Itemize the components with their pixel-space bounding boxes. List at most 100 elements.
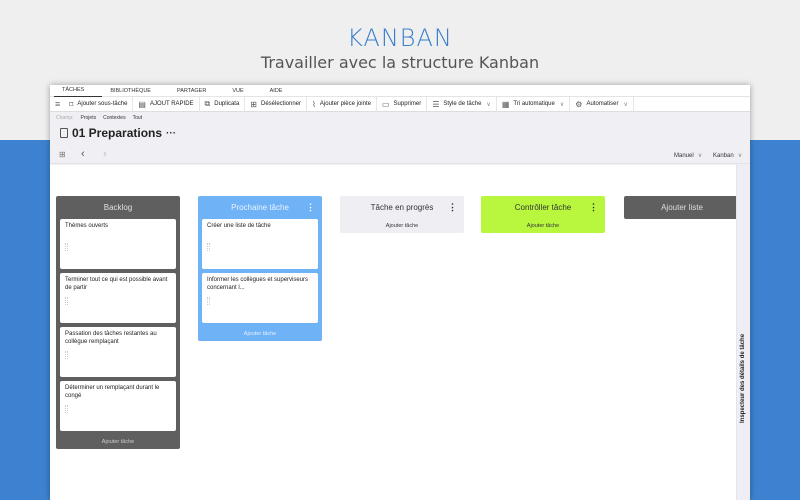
delete-label: Supprimer bbox=[393, 101, 422, 107]
style-icon: ☰ bbox=[432, 99, 440, 109]
scope-all[interactable]: Tout bbox=[133, 115, 142, 121]
task-card[interactable]: Terminer tout ce qui est possible avant … bbox=[60, 273, 176, 323]
duplicate-icon: ⧉ bbox=[204, 99, 211, 108]
automate-label: Automatiser bbox=[586, 101, 619, 107]
task-title: Déterminer un remplaçant durant le congé bbox=[65, 385, 160, 399]
column-title-text: Tâche en progrès bbox=[370, 203, 434, 212]
tab-aide[interactable]: AIDE bbox=[262, 85, 301, 97]
grid-view-icon[interactable]: ⊞ bbox=[59, 150, 66, 159]
task-title: Terminer tout ce qui est possible avant … bbox=[65, 277, 168, 291]
hero-title: KANBAN bbox=[347, 24, 453, 52]
scope-label: Champ: bbox=[56, 115, 74, 121]
deselect-button[interactable]: ⊞ Désélectionner bbox=[245, 96, 308, 112]
task-style-dropdown[interactable]: ☰ Style de tâche ∨ bbox=[427, 96, 497, 112]
chevron-down-icon: ∨ bbox=[559, 101, 565, 108]
column-menu-icon[interactable]: ⋮ bbox=[448, 196, 457, 219]
forward-button[interactable]: › bbox=[103, 148, 107, 160]
task-style-label: Style de tâche bbox=[443, 101, 482, 107]
chevron-down-icon: ∨ bbox=[486, 101, 491, 108]
column-title-text: Backlog bbox=[103, 203, 133, 212]
more-options-button[interactable]: ··· bbox=[166, 128, 176, 139]
sort-select[interactable]: Manuel ∨ bbox=[674, 152, 702, 159]
tab-taches[interactable]: TÂCHES bbox=[54, 85, 103, 97]
add-subtask-icon: ⌑ bbox=[69, 99, 74, 109]
add-list-button[interactable]: Ajouter liste bbox=[624, 196, 740, 219]
task-title: Informer les collègues et superviseurs c… bbox=[207, 277, 309, 291]
quick-add-label: AJOUT RAPIDE bbox=[149, 101, 194, 107]
drag-handle-icon[interactable] bbox=[207, 297, 210, 305]
automate-dropdown[interactable]: ⚙ Automatiser ∨ bbox=[570, 96, 634, 112]
back-button[interactable]: ‹ bbox=[81, 148, 85, 160]
view-select[interactable]: Kanban ∨ bbox=[713, 152, 742, 159]
auto-sort-dropdown[interactable]: ▦ Tri automatique ∨ bbox=[497, 96, 571, 112]
content-area: Champ: Projets Contextes Tout 01 Prepara… bbox=[50, 112, 750, 500]
menu-tabs: TÂCHES BIBLIOTHÈQUE PARTAGER VUE AIDE bbox=[50, 85, 750, 97]
nav-row: ⊞ ‹ › Manuel ∨ Kanban ∨ bbox=[50, 148, 750, 164]
page-title-text: 01 Preparations bbox=[72, 126, 163, 140]
task-card[interactable]: Créer une liste de tâche bbox=[202, 219, 318, 269]
duplicate-label: Duplicata bbox=[214, 101, 240, 107]
view-select-value: Kanban bbox=[713, 153, 734, 159]
delete-button[interactable]: ▭ Supprimer bbox=[377, 96, 428, 112]
page-title: 01 Preparations ··· bbox=[60, 126, 176, 140]
sort-select-value: Manuel bbox=[674, 153, 694, 159]
tab-vue[interactable]: VUE bbox=[224, 85, 261, 97]
drag-handle-icon[interactable] bbox=[65, 351, 68, 359]
column-menu-icon[interactable]: ⋮ bbox=[589, 196, 598, 219]
deselect-label: Désélectionner bbox=[260, 101, 302, 107]
scope-projects[interactable]: Projets bbox=[81, 115, 97, 121]
drag-handle-icon[interactable] bbox=[65, 297, 68, 305]
task-inspector-panel[interactable]: Inspecteur des détails de tâche bbox=[736, 165, 750, 500]
add-task-button[interactable]: Ajouter tâche bbox=[60, 435, 176, 449]
paperclip-icon: ⌇ bbox=[312, 99, 316, 109]
column-review: Contrôller tâche ⋮ Ajouter tâche bbox=[481, 196, 605, 233]
attach-button[interactable]: ⌇ Ajouter pièce jointe bbox=[307, 96, 377, 112]
add-task-button[interactable]: Ajouter tâche bbox=[344, 219, 460, 233]
toolbar: ≡ ⌑ Ajouter sous-tâche ▤ AJOUT RAPIDE ⧉ … bbox=[50, 96, 750, 112]
document-icon bbox=[60, 128, 68, 138]
drag-handle-icon[interactable] bbox=[65, 405, 68, 413]
drag-handle-icon[interactable] bbox=[207, 243, 210, 251]
task-title: Créer une liste de tâche bbox=[207, 223, 271, 229]
gears-icon: ⚙ bbox=[575, 99, 583, 109]
column-title: Contrôller tâche ⋮ bbox=[485, 196, 601, 219]
chevron-down-icon: ∨ bbox=[737, 153, 743, 159]
tab-partager[interactable]: PARTAGER bbox=[169, 85, 224, 97]
task-title: Thèmes ouverts bbox=[65, 223, 109, 229]
add-task-button[interactable]: Ajouter tâche bbox=[485, 219, 601, 233]
column-title-text: Prochaine tâche bbox=[231, 203, 289, 212]
hamburger-icon[interactable]: ≡ bbox=[53, 99, 64, 109]
column-next-task: Prochaine tâche ⋮ Créer une liste de tâc… bbox=[198, 196, 322, 341]
tab-bibliotheque[interactable]: BIBLIOTHÈQUE bbox=[102, 85, 169, 97]
scope-contexts[interactable]: Contextes bbox=[103, 115, 126, 121]
attach-label: Ajouter pièce jointe bbox=[319, 101, 371, 107]
quick-add-icon: ▤ bbox=[138, 99, 146, 109]
duplicate-button[interactable]: ⧉ Duplicata bbox=[200, 96, 246, 112]
task-title: Passation des tâches restantes au collèg… bbox=[65, 331, 157, 345]
drag-handle-icon[interactable] bbox=[65, 243, 68, 251]
app-window: TÂCHES BIBLIOTHÈQUE PARTAGER VUE AIDE ≡ … bbox=[50, 85, 750, 500]
auto-sort-label: Tri automatique bbox=[513, 101, 555, 107]
delete-icon: ▭ bbox=[381, 99, 390, 109]
sort-icon: ▦ bbox=[501, 99, 510, 109]
quick-add-button[interactable]: ▤ AJOUT RAPIDE bbox=[133, 96, 200, 112]
column-title-text: Contrôller tâche bbox=[514, 203, 572, 212]
chevron-down-icon: ∨ bbox=[623, 101, 628, 108]
hero-subtitle: Travailler avec la structure Kanban bbox=[260, 53, 540, 72]
column-title: Backlog bbox=[60, 196, 176, 219]
task-card[interactable]: Thèmes ouverts bbox=[60, 219, 176, 269]
column-menu-icon[interactable]: ⋮ bbox=[306, 196, 315, 219]
task-card[interactable]: Informer les collègues et superviseurs c… bbox=[202, 273, 318, 323]
add-subtask-button[interactable]: ⌑ Ajouter sous-tâche bbox=[64, 96, 134, 112]
add-task-button[interactable]: Ajouter tâche bbox=[202, 327, 318, 341]
column-title: Tâche en progrès ⋮ bbox=[344, 196, 460, 219]
column-backlog: Backlog Thèmes ouverts Terminer tout ce … bbox=[56, 196, 180, 449]
kanban-board: Backlog Thèmes ouverts Terminer tout ce … bbox=[50, 165, 740, 500]
inspector-label[interactable]: Inspecteur des détails de tâche bbox=[740, 303, 746, 423]
chevron-down-icon: ∨ bbox=[697, 153, 703, 159]
deselect-icon: ⊞ bbox=[250, 99, 257, 109]
task-card[interactable]: Passation des tâches restantes au collèg… bbox=[60, 327, 176, 377]
column-in-progress: Tâche en progrès ⋮ Ajouter tâche bbox=[340, 196, 464, 233]
task-card[interactable]: Déterminer un remplaçant durant le congé bbox=[60, 381, 176, 431]
add-subtask-label: Ajouter sous-tâche bbox=[77, 101, 128, 107]
